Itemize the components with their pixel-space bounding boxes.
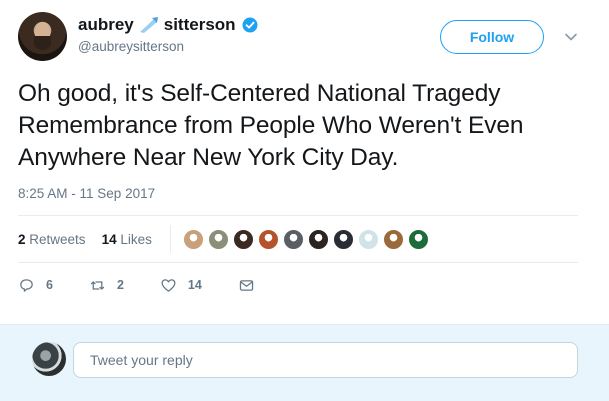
retweet-icon (90, 280, 105, 290)
display-name-last[interactable]: sitterson (164, 15, 236, 35)
liker-avatar[interactable] (407, 228, 429, 250)
envelope-icon (239, 279, 253, 291)
direct-message-action[interactable] (238, 277, 266, 294)
liker-avatar[interactable] (307, 228, 329, 250)
display-name-line[interactable]: aubrey sitterson (78, 15, 258, 35)
chevron-down-icon[interactable] (564, 30, 578, 44)
retweets-label: Retweets (29, 231, 86, 247)
reply-icon (20, 278, 33, 292)
follow-button[interactable]: Follow (440, 20, 544, 54)
reply-composer: Tweet your reply (0, 324, 609, 401)
liker-avatar[interactable] (232, 228, 254, 250)
liker-avatar[interactable] (207, 228, 229, 250)
verified-badge-icon (242, 17, 258, 33)
like-action[interactable]: 14 (160, 277, 202, 294)
stats-separator (169, 225, 171, 253)
reply-count: 6 (46, 278, 53, 292)
comet-emoji-icon (139, 17, 158, 33)
display-name-first[interactable]: aubrey (78, 15, 134, 35)
heart-icon (161, 278, 176, 292)
liker-avatar[interactable] (182, 228, 204, 250)
liker-avatar[interactable] (282, 228, 304, 250)
likes-stat[interactable]: 14 Likes (102, 232, 152, 247)
reply-avatar[interactable] (32, 342, 66, 376)
likes-count: 14 (101, 231, 117, 247)
liker-avatars (182, 228, 429, 250)
likes-label: Likes (120, 231, 152, 247)
liker-avatar[interactable] (257, 228, 279, 250)
liker-avatar[interactable] (332, 228, 354, 250)
like-count: 14 (187, 278, 202, 292)
retweets-count: 2 (18, 231, 26, 247)
divider (18, 262, 578, 263)
retweet-count: 2 (116, 278, 124, 292)
tweet-stats: 2 Retweets 14 Likes (18, 216, 578, 262)
tweet-timestamp[interactable]: 8:25 AM - 11 Sep 2017 (18, 186, 155, 201)
reply-action[interactable]: 6 (18, 277, 53, 294)
avatar-beard (34, 36, 51, 50)
liker-avatar[interactable] (357, 228, 379, 250)
liker-avatar[interactable] (382, 228, 404, 250)
user-handle[interactable]: @aubreysitterson (78, 39, 184, 54)
tweet-header: aubrey sitterson @aubreysitterson Follow (18, 12, 593, 64)
tweet-actions: 6 2 14 (18, 272, 302, 298)
avatar[interactable] (18, 12, 67, 61)
tweet-text: Oh good, it's Self-Centered National Tra… (18, 80, 524, 171)
retweet-action[interactable]: 2 (89, 277, 124, 294)
retweets-stat[interactable]: 2 Retweets (18, 232, 86, 247)
reply-input[interactable]: Tweet your reply (73, 342, 578, 378)
